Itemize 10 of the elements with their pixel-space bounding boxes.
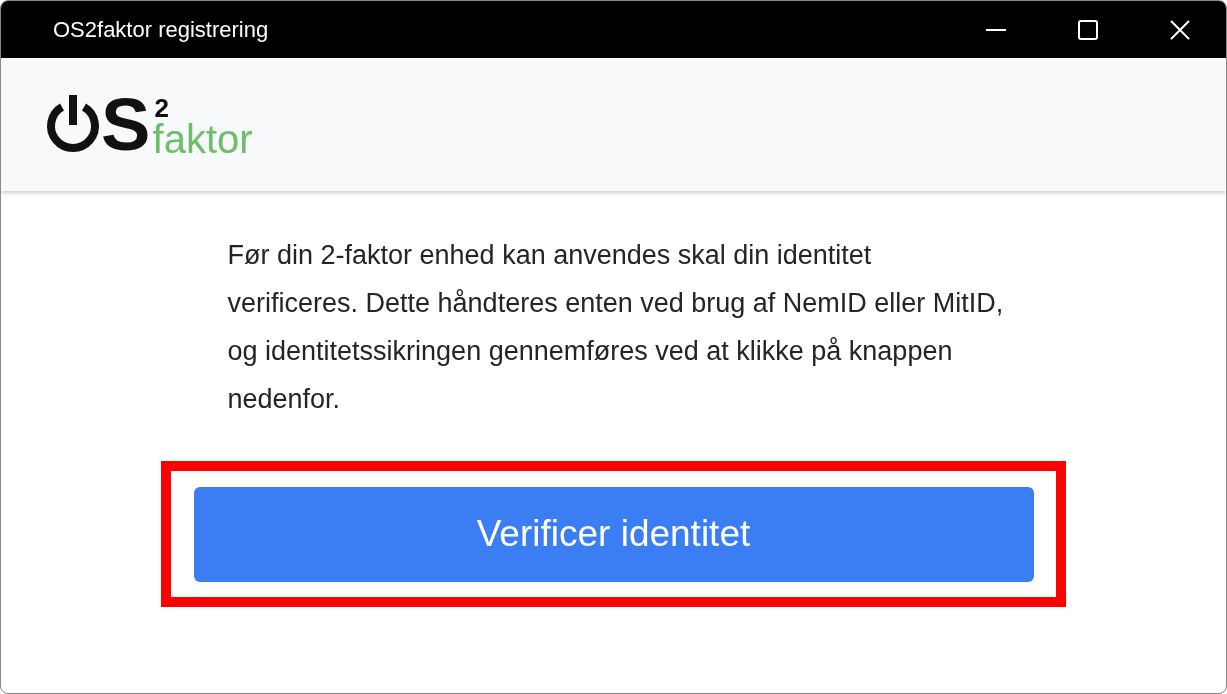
- logo-letter: S: [101, 92, 149, 157]
- logo-superscript: 2: [154, 94, 169, 121]
- verify-button[interactable]: Verificer identitet: [193, 486, 1034, 582]
- maximize-icon: [1078, 19, 1098, 40]
- window-title: OS2faktor registrering: [53, 16, 269, 44]
- minimize-icon: [986, 28, 1006, 31]
- logo-word: faktor: [152, 120, 253, 157]
- power-icon: [45, 94, 101, 155]
- instruction-text: Før din 2-faktor enhed kan anvendes skal din identitet verificeres. Dette håndteres enten ved brug af NemID eller MitID, og identitetssikringen gennemføres ved at klikke på knappen nedenfor.: [226, 239, 1004, 416]
- close-icon: [1170, 19, 1190, 40]
